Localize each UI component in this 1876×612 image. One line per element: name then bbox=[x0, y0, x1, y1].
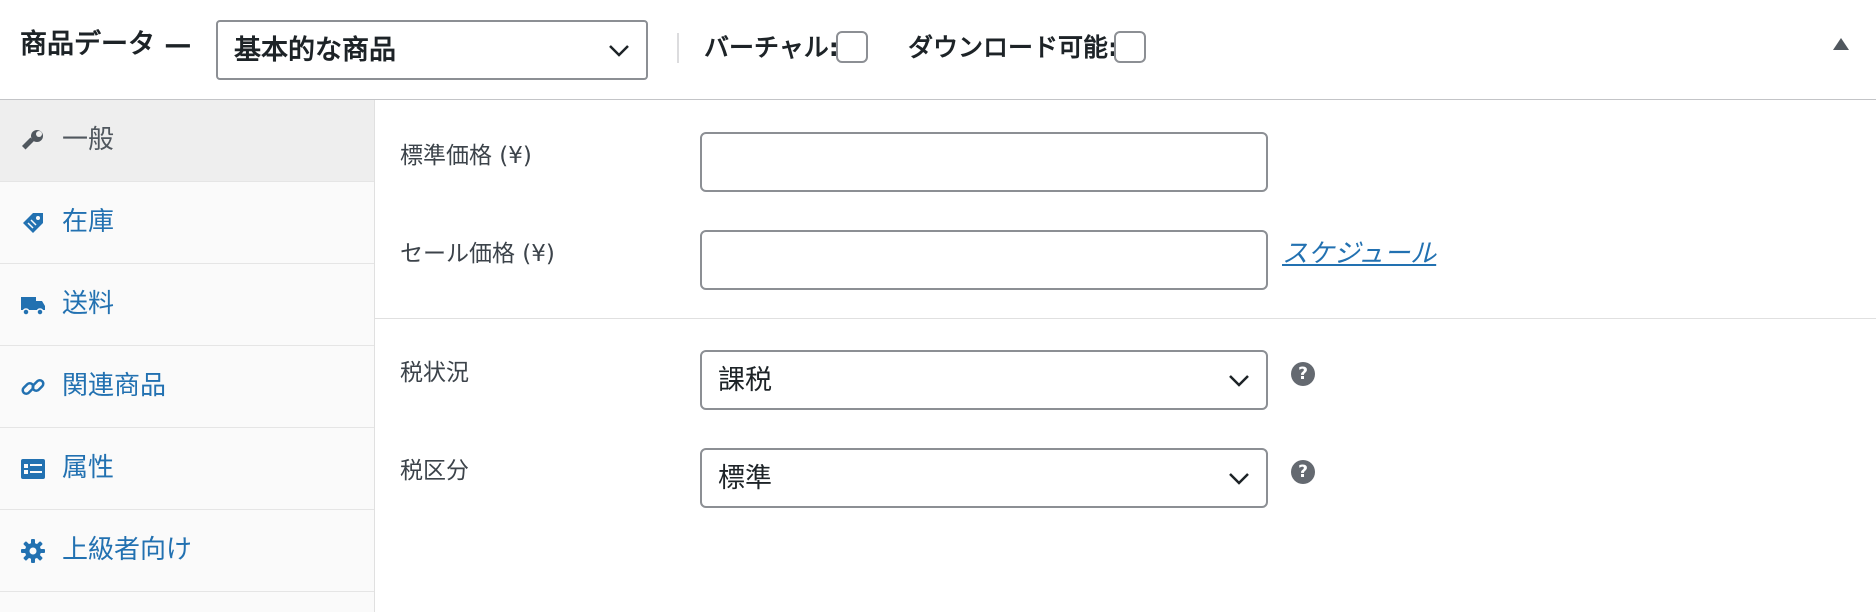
tax-status-value: 課税 bbox=[718, 365, 772, 396]
tab-shipping-label: 送料 bbox=[62, 289, 115, 319]
product-type-value: 基本的な商品 bbox=[234, 35, 396, 66]
section-divider bbox=[375, 318, 1876, 319]
tax-status-help-icon[interactable]: ? bbox=[1291, 362, 1315, 386]
tab-shipping[interactable]: 送料 bbox=[0, 264, 374, 346]
tab-attributes-label: 属性 bbox=[62, 453, 115, 483]
sale-price-input[interactable] bbox=[700, 230, 1268, 290]
tab-linked-products-label: 関連商品 bbox=[62, 371, 167, 401]
schedule-link[interactable]: スケジュール bbox=[1282, 236, 1436, 272]
link-icon bbox=[21, 378, 45, 396]
product-data-title: 商品データ — bbox=[20, 29, 192, 60]
chevron-down-icon bbox=[609, 45, 629, 57]
collapse-toggle-icon[interactable] bbox=[1832, 36, 1850, 52]
tax-class-value: 標準 bbox=[718, 463, 772, 494]
virtual-checkbox[interactable] bbox=[836, 31, 868, 63]
product-data-tabs: 一般 在庫 送料 関連商品 属性 上級者向け bbox=[0, 100, 375, 612]
tax-status-select[interactable]: 課税 bbox=[700, 350, 1268, 410]
sale-price-label: セール価格 (¥) bbox=[400, 241, 555, 267]
downloadable-checkbox[interactable] bbox=[1114, 31, 1146, 63]
tab-general[interactable]: 一般 bbox=[0, 100, 374, 182]
regular-price-input[interactable] bbox=[700, 132, 1268, 192]
tab-inventory-label: 在庫 bbox=[62, 207, 115, 237]
tax-class-select[interactable]: 標準 bbox=[700, 448, 1268, 508]
list-card-icon bbox=[21, 459, 45, 479]
tab-general-label: 一般 bbox=[62, 125, 115, 155]
chevron-down-icon bbox=[1229, 473, 1249, 485]
product-data-header: 商品データ — 基本的な商品 バーチャル: ダウンロード可能: bbox=[0, 0, 1876, 100]
header-separator bbox=[677, 33, 679, 63]
tab-linked-products[interactable]: 関連商品 bbox=[0, 346, 374, 428]
tab-attributes[interactable]: 属性 bbox=[0, 428, 374, 510]
product-type-select[interactable]: 基本的な商品 bbox=[216, 20, 648, 80]
tab-advanced[interactable]: 上級者向け bbox=[0, 510, 374, 592]
chevron-down-icon bbox=[1229, 375, 1249, 387]
gear-icon bbox=[21, 539, 45, 563]
virtual-label: バーチャル: bbox=[704, 33, 839, 62]
wrench-icon bbox=[21, 130, 43, 150]
tax-class-label: 税区分 bbox=[400, 458, 469, 484]
downloadable-label: ダウンロード可能: bbox=[908, 33, 1118, 62]
tag-icon bbox=[23, 213, 43, 233]
tab-inventory[interactable]: 在庫 bbox=[0, 182, 374, 264]
tax-status-label: 税状況 bbox=[400, 360, 469, 386]
regular-price-label: 標準価格 (¥) bbox=[400, 143, 532, 169]
tax-class-help-icon[interactable]: ? bbox=[1291, 460, 1315, 484]
tab-advanced-label: 上級者向け bbox=[62, 535, 193, 565]
truck-icon bbox=[21, 297, 45, 316]
